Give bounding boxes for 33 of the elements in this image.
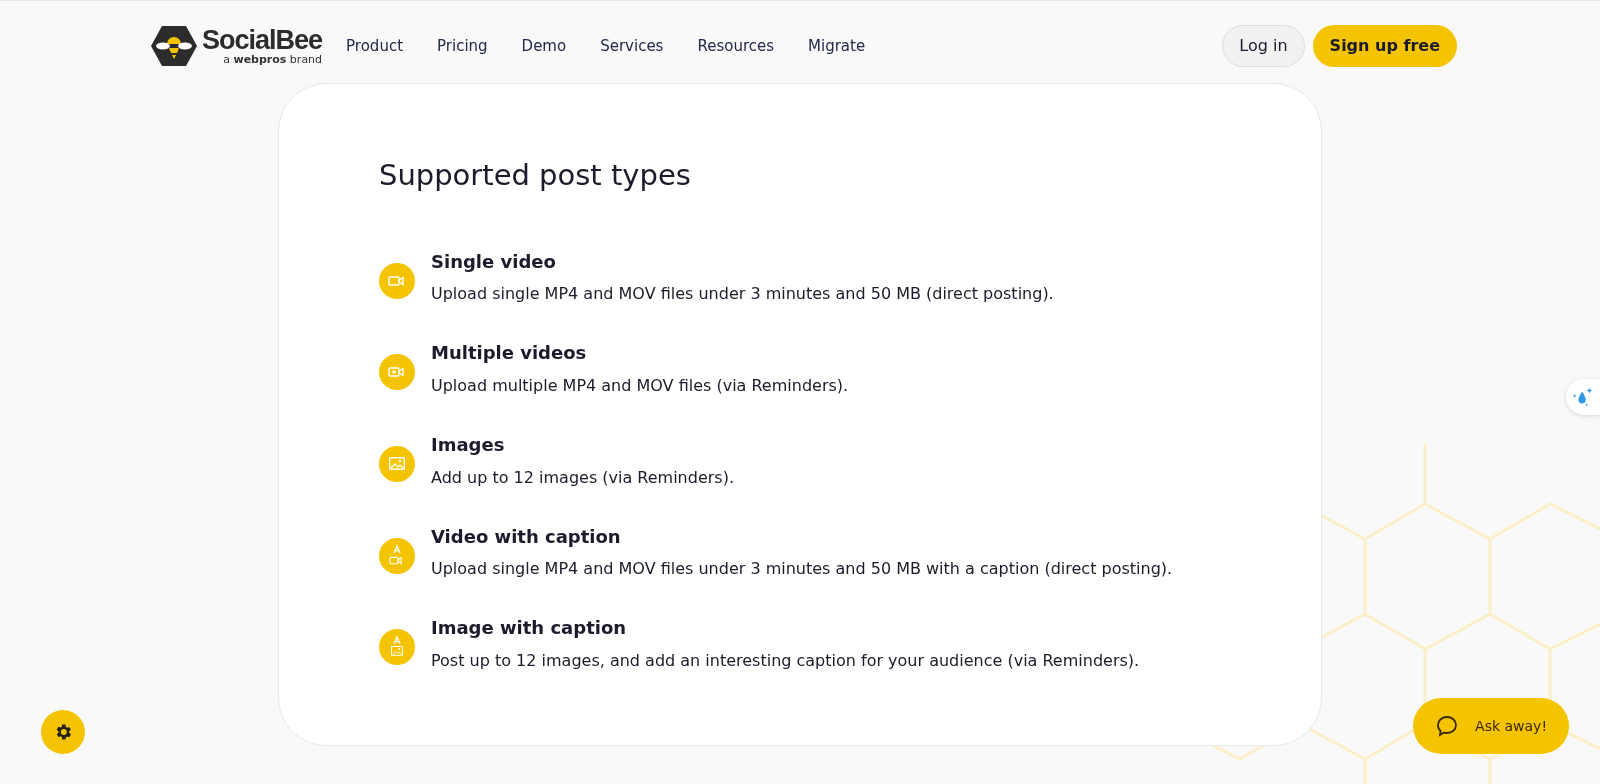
login-button[interactable]: Log in [1222,25,1305,67]
nav-link[interactable]: Demo [521,34,567,58]
nav-link[interactable]: Resources [697,34,775,58]
post-type-title: Multiple videos [431,342,588,364]
nav-link[interactable]: Pricing [437,34,488,58]
chat-button[interactable]: Ask away! [1413,698,1569,754]
post-type-title: Image with caption [431,617,628,639]
post-type-description: Upload single MP4 and MOV files under 3 minutes and 50 MB (direct posting). [431,283,1054,306]
post-type-title: Video with caption [431,525,622,548]
chat-bubble-icon [1435,714,1460,738]
side-tab-button[interactable] [1566,379,1600,415]
bee-hexagon-icon [150,25,198,67]
water-drop-icon [1572,386,1594,408]
post-type-title: Single video [431,250,557,273]
post-type-description: Upload single MP4 and MOV files under 3 minutes and 50 MB with a caption (direct posting). [431,558,1173,581]
video-camera-icon [379,262,415,299]
post-type-title: Images [431,434,506,456]
logo-tagline: a webpros brand [223,54,323,65]
nav-link[interactable]: Services [600,34,664,58]
signup-button[interactable]: Sign up free [1312,25,1457,67]
video-plus-icon [379,354,415,391]
post-type-description: Upload multiple MP4 and MOV files (via Reminders). [431,375,849,397]
post-type-description: Add up to 12 images (via Reminders). [431,466,734,489]
settings-button[interactable] [41,710,85,754]
nav-link[interactable]: Migrate [808,34,866,58]
nav-link[interactable]: Product [346,34,404,58]
logo-link[interactable]: SocialBee a webpros brand [150,25,323,67]
post-type-description: Post up to 12 images, and add an interesting caption for your audience (via Reminders). [431,649,1140,672]
captioned-image-icon [379,629,415,666]
image-icon [379,446,415,482]
logo-wordmark: SocialBee [202,27,323,54]
captioned-video-icon [379,537,415,574]
section-heading: Supported post types [379,158,692,193]
